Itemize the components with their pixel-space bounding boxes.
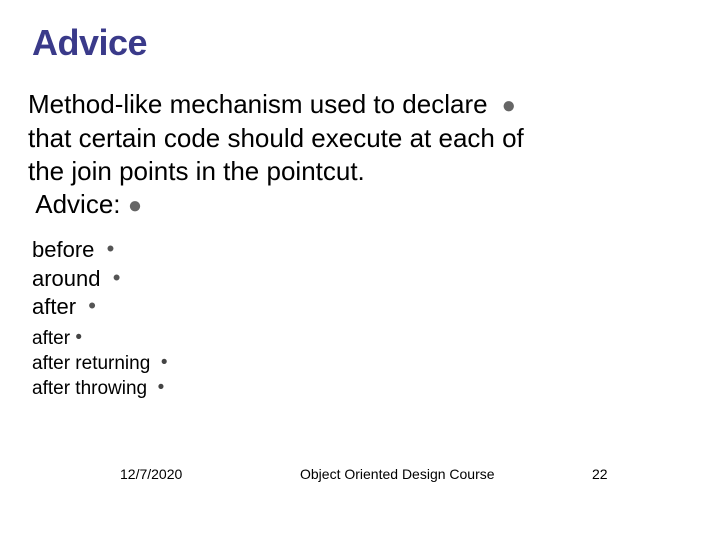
bullet-icon: • xyxy=(152,377,164,398)
slide-title: Advice xyxy=(32,22,147,64)
body-text: Method-like mechanism used to declare ● … xyxy=(28,88,668,222)
footer-date: 12/7/2020 xyxy=(120,466,182,482)
bullet-icon: • xyxy=(75,327,82,348)
list-item: before • xyxy=(32,236,120,265)
sub-list-1: before • around • after • xyxy=(32,236,120,322)
advice-label-text: Advice: xyxy=(35,189,120,219)
footer-page-number: 22 xyxy=(592,466,608,482)
body-line-3: the join points in the pointcut. xyxy=(28,155,668,188)
item-after-throwing-text: after throwing xyxy=(32,378,147,399)
bullet-icon: • xyxy=(82,293,96,318)
bullet-icon: • xyxy=(156,352,168,373)
item-after-text: after xyxy=(32,294,76,319)
body-line-1: Method-like mechanism used to declare ● xyxy=(28,88,668,122)
list-item: after • xyxy=(32,293,120,322)
list-item: after returning • xyxy=(32,351,168,376)
slide: Advice Method-like mechanism used to dec… xyxy=(0,0,720,540)
bullet-icon: ● xyxy=(128,192,143,219)
bullet-icon: ● xyxy=(495,92,516,119)
list-item: after • xyxy=(32,326,168,351)
advice-line: Advice: ● xyxy=(28,188,668,222)
item-around-text: around xyxy=(32,266,101,291)
list-item: after throwing • xyxy=(32,376,168,401)
bullet-icon: • xyxy=(101,236,115,261)
item-before-text: before xyxy=(32,237,94,262)
list-item: around • xyxy=(32,265,120,294)
body-line-1-text: Method-like mechanism used to declare xyxy=(28,89,488,119)
sub-list-2: after • after returning • after throwing… xyxy=(32,326,168,401)
bullet-icon: • xyxy=(107,265,121,290)
footer-course: Object Oriented Design Course xyxy=(300,466,495,482)
item-after-returning-text: after returning xyxy=(32,353,150,374)
body-line-2: that certain code should execute at each… xyxy=(28,122,668,155)
item-after2-text: after xyxy=(32,328,70,349)
footer: 12/7/2020 Object Oriented Design Course … xyxy=(0,466,720,486)
